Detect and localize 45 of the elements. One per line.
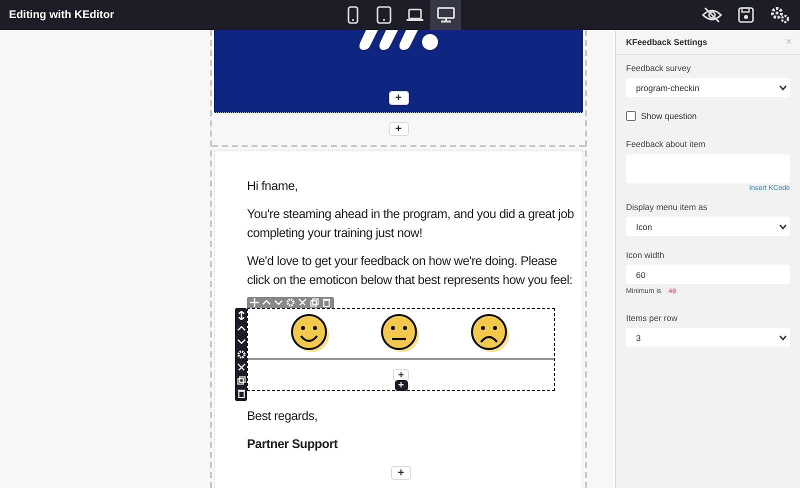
copy-icon[interactable] bbox=[236, 376, 246, 385]
chevron-down-icon bbox=[779, 334, 787, 340]
field-label: Icon width bbox=[626, 250, 666, 260]
display-select[interactable]: Icon bbox=[626, 217, 790, 236]
phone-icon bbox=[346, 6, 358, 24]
paragraph: You're steaming ahead in the program, and you did a great job completing your training just now! bbox=[247, 206, 575, 242]
settings-icon[interactable] bbox=[770, 6, 790, 24]
panel-title: KFeedback Settings bbox=[626, 37, 708, 47]
smiley-face-icon[interactable] bbox=[291, 314, 331, 354]
add-button[interactable]: + bbox=[388, 91, 408, 105]
hidden-eye-icon[interactable] bbox=[702, 7, 722, 23]
add-block-button[interactable]: + bbox=[394, 380, 408, 391]
field-label: Display menu item as bbox=[626, 202, 708, 212]
add-button[interactable]: + bbox=[388, 122, 408, 136]
items-per-row-select[interactable]: 3 bbox=[626, 328, 790, 347]
updown-icon[interactable] bbox=[236, 311, 246, 320]
field-label: Feedback about item bbox=[626, 139, 706, 149]
trash-icon[interactable] bbox=[236, 389, 246, 398]
survey-select[interactable]: program-checkin bbox=[626, 78, 790, 97]
move-icon[interactable] bbox=[250, 298, 259, 307]
gear-icon[interactable] bbox=[236, 350, 246, 359]
up-icon[interactable] bbox=[236, 324, 246, 333]
paragraph: We'd love to get your feedback on how we're doing. Please click on the emoticon below that best represents how you feel: bbox=[247, 253, 574, 289]
add-button[interactable]: + bbox=[391, 466, 411, 480]
app-title: Editing with KEditor bbox=[9, 9, 114, 21]
laptop-icon bbox=[406, 8, 424, 22]
greeting-text: Hi fname, bbox=[247, 178, 299, 195]
frowning-face-icon[interactable] bbox=[471, 314, 511, 354]
save-icon[interactable] bbox=[738, 7, 754, 23]
checkbox-label: Show question bbox=[641, 111, 697, 121]
field-label: Items per row bbox=[626, 313, 678, 323]
desktop-view-button[interactable] bbox=[430, 0, 461, 30]
down-icon[interactable] bbox=[236, 337, 246, 346]
checkbox[interactable] bbox=[626, 111, 636, 121]
chevron-down-icon bbox=[779, 84, 787, 90]
cut-icon[interactable] bbox=[236, 363, 246, 372]
signature-text: Partner Support bbox=[247, 436, 339, 453]
add-button[interactable]: + bbox=[393, 369, 409, 381]
monitor-icon bbox=[436, 7, 454, 23]
closing-text: Best regards, bbox=[247, 408, 318, 425]
chevron-down-icon bbox=[779, 224, 787, 230]
field-label: Feedback survey bbox=[626, 63, 692, 73]
neutral-face-icon[interactable] bbox=[381, 314, 421, 354]
tablet-icon bbox=[376, 6, 392, 24]
icon-width-field[interactable]: 60 bbox=[626, 265, 790, 284]
